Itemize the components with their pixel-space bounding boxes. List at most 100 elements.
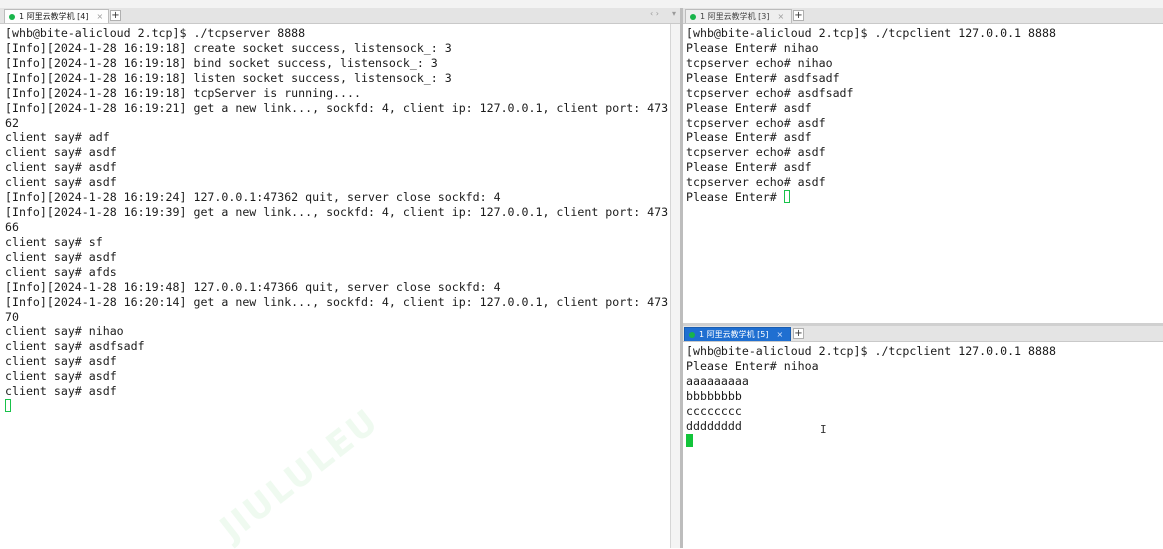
terminal-cursor — [5, 399, 11, 413]
terminal-line-text: Please Enter# asdfsadf — [686, 70, 840, 85]
terminal-line: client say# asdf — [5, 250, 670, 265]
terminal-line-text: [Info][2024-1-28 16:20:14] get a new lin… — [5, 294, 669, 309]
terminal-line-text: [Info][2024-1-28 16:19:21] get a new lin… — [5, 100, 669, 115]
green-dot-icon — [689, 331, 695, 338]
terminal-line: client say# asdf — [5, 160, 670, 175]
terminal-line: [Info][2024-1-28 16:19:18] listen socket… — [5, 71, 670, 86]
terminal-line-text: client say# asdf — [5, 249, 117, 264]
green-dot-icon — [690, 13, 696, 20]
new-tab-button[interactable]: + — [110, 10, 121, 21]
tab-dropdown-icon[interactable]: ▾ — [672, 9, 676, 18]
terminal-line-text: client say# asdf — [5, 175, 117, 190]
terminal-line-text: client say# afds — [5, 264, 117, 279]
terminal-line-text: client say# nihao — [5, 324, 124, 339]
terminal-line-text: bbbbbbbb — [686, 388, 742, 403]
terminal-line: [Info][2024-1-28 16:19:24] 127.0.0.1:473… — [5, 190, 670, 205]
terminal-line-text: [whb@bite-alicloud 2.tcp]$ ./tcpclient 1… — [686, 26, 1056, 40]
terminal-line-text: Please Enter# — [686, 190, 784, 205]
terminal-line-text: aaaaaaaaa — [686, 373, 749, 388]
terminal-line-text: 66 — [5, 219, 19, 234]
terminal-line-text: client say# adf — [5, 130, 110, 145]
terminal-cursor-line — [5, 399, 670, 414]
new-tab-button[interactable]: + — [793, 10, 804, 21]
right-top-tab-bar: 1 阿里云教学机 [3] × + — [683, 8, 1163, 24]
client-terminal-bottom[interactable]: [whb@bite-alicloud 2.tcp]$ ./tcpclient 1… — [683, 344, 1163, 548]
terminal-line: Please Enter# asdf — [686, 101, 1163, 116]
terminal-line: [Info][2024-1-28 16:19:48] 127.0.0.1:473… — [5, 280, 670, 295]
terminal-line-text: client say# asdf — [5, 160, 117, 175]
terminal-line: Please Enter# asdfsadf — [686, 71, 1163, 86]
tab-scroll-arrows-icon[interactable]: ‹ › — [650, 9, 659, 18]
terminal-line: client say# asdf — [5, 384, 670, 399]
terminal-line-text: Please Enter# asdf — [686, 100, 812, 115]
terminal-line-text: [whb@bite-alicloud 2.tcp]$ ./tcpclient 1… — [686, 344, 1056, 358]
terminal-line: bbbbbbbb — [686, 389, 1163, 404]
green-dot-icon — [9, 13, 15, 20]
terminal-line: [Info][2024-1-28 16:19:18] create socket… — [5, 41, 670, 56]
terminal-line-text: client say# asdf — [5, 145, 117, 160]
terminal-line-text: tcpserver echo# asdf — [686, 115, 826, 130]
tab-session-3[interactable]: 1 阿里云教学机 [3] × — [685, 9, 792, 23]
terminal-line: client say# asdf — [5, 354, 670, 369]
terminal-cursor — [686, 433, 693, 447]
left-tab-bar: 1 阿里云教学机 [4] × + ‹ › ▾ — [0, 8, 680, 24]
terminal-line-text: 70 — [5, 309, 19, 324]
terminal-line-text: [Info][2024-1-28 16:19:48] 127.0.0.1:473… — [5, 279, 501, 294]
terminal-line-text: tcpserver echo# nihao — [686, 55, 833, 70]
terminal-line-text: Please Enter# nihoa — [686, 358, 819, 373]
terminal-line: tcpserver echo# nihao — [686, 56, 1163, 71]
terminal-line-text: tcpserver echo# asdf — [686, 175, 826, 190]
terminal-line: [Info][2024-1-28 16:20:14] get a new lin… — [5, 295, 670, 310]
close-icon[interactable]: × — [778, 12, 785, 21]
close-icon[interactable]: × — [97, 12, 104, 21]
new-tab-button[interactable]: + — [793, 328, 804, 339]
terminal-line-text: [Info][2024-1-28 16:19:18] create socket… — [5, 40, 452, 55]
terminal-line: 70 — [5, 310, 670, 325]
terminal-line: tcpserver echo# asdf — [686, 175, 1163, 190]
terminal-cursor-line — [686, 433, 1163, 449]
terminal-line-text: tcpserver echo# asdf — [686, 145, 826, 160]
tab-session-5[interactable]: 1 阿里云教学机 [5] × — [684, 327, 791, 341]
terminal-line-text: client say# asdf — [5, 369, 117, 384]
window-top-strip — [0, 0, 1163, 8]
terminal-line: cccccccc — [686, 404, 1163, 419]
terminal-line-text: [whb@bite-alicloud 2.tcp]$ ./tcpserver 8… — [5, 26, 306, 40]
terminal-line: client say# nihao — [5, 324, 670, 339]
right-bottom-tab-bar: 1 阿里云教学机 [5] × + — [683, 326, 1163, 342]
terminal-line: [whb@bite-alicloud 2.tcp]$ ./tcpserver 8… — [5, 26, 670, 41]
terminal-line-text: [Info][2024-1-28 16:19:39] get a new lin… — [5, 205, 669, 220]
tab-label: 1 阿里云教学机 [3] — [700, 12, 770, 21]
terminal-line: [Info][2024-1-28 16:19:21] get a new lin… — [5, 101, 670, 116]
terminal-line: client say# asdf — [5, 145, 670, 160]
terminal-line: tcpserver echo# asdf — [686, 145, 1163, 160]
terminal-line: [Info][2024-1-28 16:19:18] bind socket s… — [5, 56, 670, 71]
terminal-line-text: cccccccc — [686, 403, 742, 418]
terminal-line-text: client say# asdfsadf — [5, 339, 145, 354]
terminal-line: client say# asdfsadf — [5, 339, 670, 354]
terminal-line: client say# afds — [5, 265, 670, 280]
terminal-line-text: client say# sf — [5, 234, 103, 249]
terminal-line-text: client say# asdf — [5, 384, 117, 399]
close-icon[interactable]: × — [777, 330, 784, 339]
terminal-line-text: [Info][2024-1-28 16:19:24] 127.0.0.1:473… — [5, 190, 501, 205]
terminal-line: client say# asdf — [5, 175, 670, 190]
terminal-line: client say# asdf — [5, 369, 670, 384]
terminal-line-text: [Info][2024-1-28 16:19:18] bind socket s… — [5, 55, 438, 70]
terminal-line: Please Enter# asdf — [686, 160, 1163, 175]
terminal-line: aaaaaaaaa — [686, 374, 1163, 389]
terminal-cursor — [783, 190, 790, 204]
client-terminal-top[interactable]: [whb@bite-alicloud 2.tcp]$ ./tcpclient 1… — [683, 25, 1163, 323]
terminal-line: Please Enter# asdf — [686, 130, 1163, 145]
terminal-line-text: client say# asdf — [5, 354, 117, 369]
terminal-line: Please Enter# nihoa — [686, 359, 1163, 374]
terminal-line: [whb@bite-alicloud 2.tcp]$ ./tcpclient 1… — [686, 26, 1163, 41]
tab-label: 1 阿里云教学机 [5] — [699, 330, 769, 339]
terminal-line-text: Please Enter# asdf — [686, 160, 812, 175]
terminal-line-text: [Info][2024-1-28 16:19:18] listen socket… — [5, 70, 452, 85]
terminal-line-text: Please Enter# nihao — [686, 40, 819, 55]
terminal-line: client say# sf — [5, 235, 670, 250]
tab-session-4[interactable]: 1 阿里云教学机 [4] × — [4, 9, 109, 23]
terminal-line: [Info][2024-1-28 16:19:18] tcpServer is … — [5, 86, 670, 101]
terminal-line: tcpserver echo# asdf — [686, 116, 1163, 131]
terminal-line-text: dddddddd — [686, 418, 742, 433]
